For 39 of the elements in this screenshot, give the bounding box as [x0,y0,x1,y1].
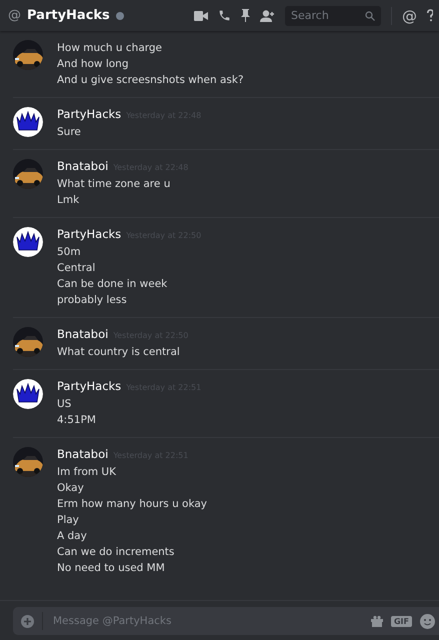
message-text: probably less [57,293,128,308]
message-text: Lmk [57,193,80,208]
message-text: And u give screesnshots when ask? [57,73,244,88]
message-text: Central [57,261,96,276]
message-text: 50m [57,245,82,260]
pin-icon[interactable] [241,9,250,22]
message-text: What time zone are u [57,177,172,192]
username[interactable]: Bnataboi [57,159,108,173]
help-icon[interactable] [427,9,433,22]
message-text: Play [57,513,80,528]
search-field[interactable]: Search [285,6,381,26]
username[interactable]: PartyHacks [57,379,122,393]
gift-icon[interactable] [370,615,383,627]
message-text: Erm how many hours u okay [57,497,208,512]
message-text: Can we do increments [57,545,176,560]
message-text: US [57,397,72,412]
mentions-button[interactable]: @ [402,6,417,24]
username[interactable]: PartyHacks [57,227,122,241]
phone-icon[interactable] [218,9,231,22]
message-text: Sure [57,125,82,140]
message-text: How much u charge [57,41,164,56]
message-text: A day [57,529,88,544]
message-text: Okay [57,481,85,496]
message-text: Im from UK [57,465,118,480]
message-text: And how long [57,57,130,72]
at-sign: @ [8,8,21,23]
search-icon [365,10,375,20]
message-text: Can be done in week [57,277,168,292]
emoji-icon[interactable] [420,614,435,628]
message-text: 4:51PM [57,413,97,428]
message-text: No need to used MM [57,561,166,576]
message-text: What country is central [57,345,181,360]
username[interactable]: PartyHacks [57,107,122,121]
username[interactable]: Bnataboi [57,447,108,461]
add-icon[interactable] [21,614,34,628]
username[interactable]: Bnataboi [57,327,108,341]
channel-title: PartyHacks [27,8,110,23]
add-user-icon[interactable] [260,10,275,22]
video-camera-icon[interactable] [194,10,208,20]
